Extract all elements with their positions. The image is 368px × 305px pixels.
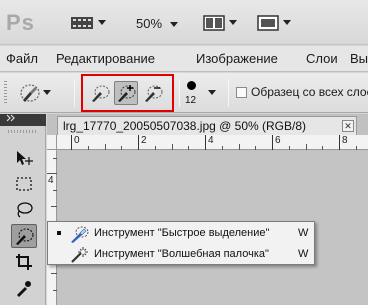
quick-selection-icon	[68, 224, 90, 243]
photoshop-logo: Ps	[6, 10, 35, 35]
application-bar: Ps 50%	[0, 0, 368, 45]
ruler-label: 2	[141, 135, 147, 146]
flyout-item-shortcut: W	[298, 248, 309, 260]
new-selection-icon	[92, 85, 110, 102]
divider	[179, 79, 180, 107]
tool-preset-picker[interactable]	[14, 81, 54, 105]
menu-edit[interactable]: Редактирование	[56, 51, 155, 66]
ruler-label: 4	[208, 135, 214, 146]
active-tool-bullet	[57, 231, 61, 235]
ruler-label: 0	[74, 135, 80, 146]
flyout-item-quick-selection[interactable]: Инструмент "Быстрое выделение" W	[48, 223, 314, 244]
divider	[228, 79, 229, 107]
ruler-label: 6	[275, 135, 281, 146]
ruler-origin[interactable]	[47, 135, 57, 150]
brush-size-value: 12	[185, 95, 197, 106]
chevron-down-icon	[229, 20, 237, 25]
sample-all-layers-checkbox[interactable]	[236, 87, 247, 98]
screen-mode-button[interactable]	[257, 14, 291, 32]
options-bar-grip[interactable]	[4, 81, 7, 105]
ruler-label: 4	[48, 175, 54, 186]
marquee-tool-icon	[16, 177, 32, 191]
film-strip-icon	[71, 17, 93, 29]
arrange-documents-icon	[203, 15, 225, 31]
chevron-down-icon	[169, 22, 178, 27]
quick-selection-preset-icon	[20, 84, 40, 102]
move-tool-icon	[17, 151, 33, 165]
flyout-item-shortcut: W	[298, 227, 309, 239]
menu-select[interactable]: Вы	[350, 51, 368, 66]
flyout-item-label: Инструмент "Волшебная палочка"	[94, 248, 269, 260]
screen-mode-icon	[257, 15, 279, 31]
eyedropper-tool[interactable]	[11, 276, 37, 300]
sample-all-layers-label: Образец со всех слоё	[251, 85, 368, 99]
crop-tool-icon	[16, 254, 32, 270]
chevron-down-icon	[283, 20, 291, 25]
lasso-tool-icon	[17, 202, 33, 218]
menu-file[interactable]: Файл	[6, 51, 38, 66]
marquee-tool[interactable]	[11, 172, 37, 196]
zoom-level[interactable]: 50%	[136, 16, 178, 31]
tools-panel-header[interactable]	[0, 114, 46, 126]
photoshop-window: Ps 50% Файл Редактирование Изображение С…	[0, 0, 368, 305]
divider	[74, 79, 75, 107]
menu-bar: Файл Редактирование Изображение Слои Вы	[0, 46, 368, 72]
options-bar: 12 Образец со всех слоё	[0, 73, 368, 113]
subtract-from-selection-icon	[145, 85, 163, 102]
collapse-panel-icon	[6, 114, 15, 122]
subtract-from-selection-button[interactable]	[141, 82, 165, 104]
magic-wand-icon	[68, 245, 90, 264]
document-tab[interactable]: lrg_17770_20050507038.jpg @ 50% (RGB/8) …	[57, 116, 357, 135]
quick-selection-tool[interactable]	[11, 224, 37, 248]
document-area: lrg_17770_20050507038.jpg @ 50% (RGB/8) …	[47, 114, 368, 305]
chevron-down-icon	[208, 90, 216, 95]
flyout-item-label: Инструмент "Быстрое выделение"	[94, 227, 270, 239]
ruler-label: 8	[342, 135, 348, 146]
add-to-selection-button[interactable]	[114, 81, 138, 105]
zoom-value: 50%	[136, 16, 163, 31]
document-tab-title: lrg_17770_20050507038.jpg @ 50% (RGB/8)	[63, 119, 307, 133]
close-document-icon[interactable]: ✕	[342, 120, 354, 132]
chevron-down-icon	[98, 20, 106, 25]
tools-panel-grip[interactable]	[8, 130, 38, 133]
new-selection-button[interactable]	[88, 82, 112, 104]
launch-bridge-button[interactable]	[70, 14, 106, 32]
brush-tip-icon	[187, 81, 196, 90]
move-tool[interactable]	[11, 146, 37, 170]
menu-layers[interactable]: Слои	[306, 51, 338, 66]
quick-selection-tool-icon	[16, 228, 34, 245]
tools-panel	[0, 114, 46, 305]
arrange-documents-button[interactable]	[203, 14, 237, 32]
chevron-down-icon	[43, 90, 51, 95]
horizontal-ruler: 0 2 4 6 8	[57, 135, 368, 150]
add-to-selection-icon	[118, 85, 136, 102]
menu-image[interactable]: Изображение	[196, 51, 278, 66]
flyout-item-magic-wand[interactable]: Инструмент "Волшебная палочка" W	[48, 244, 314, 265]
tool-flyout-menu: Инструмент "Быстрое выделение" W Инструм…	[47, 221, 315, 265]
crop-tool[interactable]	[11, 250, 37, 274]
lasso-tool[interactable]	[11, 198, 37, 222]
eyedropper-tool-icon	[17, 281, 31, 297]
